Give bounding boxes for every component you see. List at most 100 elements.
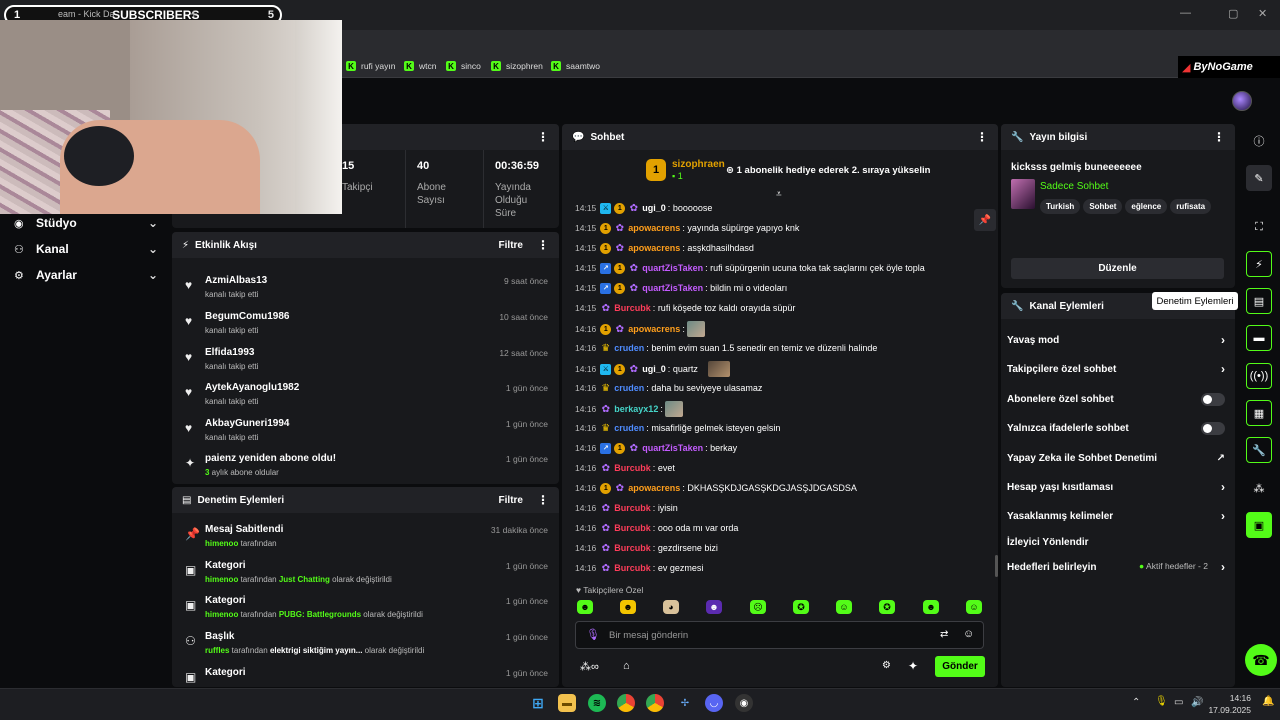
more-options-icon[interactable]: ⋮ xyxy=(537,493,549,507)
chat-message: 14:16 ✿ Burcubk: iyisin xyxy=(575,502,678,514)
category-icon: ▣ xyxy=(185,598,197,612)
emote-only-item[interactable]: Yalnızca ifadelerle sohbet xyxy=(1007,421,1229,435)
emote-icon[interactable]: ☻ xyxy=(706,600,722,614)
nav-item-settings[interactable]: ⚙ Ayarlar ⌄ xyxy=(14,268,160,282)
chat-message: 14:15 ↗ 1 ✿ quartZisTaken: rufi süpürgenin u… xyxy=(575,262,925,274)
maximize-icon[interactable]: ▢ xyxy=(1228,7,1238,20)
heart-icon: ♥ xyxy=(185,385,193,399)
emote-only-toggle[interactable] xyxy=(1201,421,1225,435)
chat-input-box[interactable]: 🎙 Bir mesaj gönderin ⇄ ☺ xyxy=(575,621,984,649)
edit-icon[interactable]: ✎ xyxy=(1246,165,1272,191)
layout-icon[interactable]: ▦ xyxy=(1246,400,1272,426)
chat-input[interactable]: Bir mesaj gönderin xyxy=(609,630,688,641)
subscribers-only-item[interactable]: Abonelere özel sohbet xyxy=(1007,392,1229,406)
emote-icon[interactable]: ☻ xyxy=(577,600,593,614)
emote-icon[interactable]: ✪ xyxy=(879,600,895,614)
channel-icon: ⚇ xyxy=(14,243,24,256)
subscriber-badge-icon: 1 xyxy=(614,282,626,294)
avatar[interactable] xyxy=(1232,91,1252,111)
minimize-icon[interactable]: — xyxy=(1180,7,1191,19)
store-icon[interactable]: ⌂ xyxy=(623,660,630,672)
bookmark-wtcn[interactable]: Kwtcn xyxy=(404,61,436,71)
slow-mode-item[interactable]: Yavaş mod › xyxy=(1007,333,1229,347)
game-icon[interactable]: ▣ xyxy=(1246,512,1272,538)
emote-icon[interactable]: ☻ xyxy=(923,600,939,614)
tag[interactable]: Sohbet xyxy=(1083,199,1123,214)
emote-icon[interactable]: ☹ xyxy=(750,600,766,614)
lightning-icon[interactable]: ⚡ xyxy=(1246,251,1272,277)
chat-header: 💬 Sohbet ⋮ xyxy=(562,124,998,150)
kick-points-icon[interactable]: ⁂∞ xyxy=(580,660,599,673)
goals-item[interactable]: Hedefleri belirleyin ● Aktif hedefler - … xyxy=(1007,560,1229,574)
emote-icon[interactable]: ✪ xyxy=(793,600,809,614)
tag-list: Turkish Sohbet eğlence rufisata xyxy=(1040,196,1214,214)
send-button[interactable]: Gönder xyxy=(935,656,985,677)
fullscreen-icon[interactable]: ⛶ xyxy=(1246,214,1272,240)
mod-log-icon[interactable]: ▤ xyxy=(1246,288,1272,314)
followers-only-item[interactable]: Takipçilere özel sohbet › xyxy=(1007,362,1229,376)
more-options-icon[interactable]: ⋮ xyxy=(1213,130,1225,144)
bookmark-saamtwo[interactable]: Ksaamtwo xyxy=(551,61,600,71)
support-icon[interactable]: ☎ xyxy=(1245,644,1277,676)
emote-icon[interactable]: ☻ xyxy=(620,600,636,614)
obs-icon[interactable]: ◉ xyxy=(735,694,753,712)
emote-icon[interactable]: ☺ xyxy=(966,600,982,614)
category-name[interactable]: Sadece Sohbet xyxy=(1040,181,1108,192)
account-age-item[interactable]: Hesap yaşı kısıtlaması › xyxy=(1007,480,1229,494)
emote-icon xyxy=(707,361,730,377)
new-tab-button[interactable]: + xyxy=(190,6,198,21)
bookmark-sinco[interactable]: Ksinco xyxy=(446,61,481,71)
clock-date[interactable]: 17.09.2025 xyxy=(1203,705,1251,715)
emote-icon[interactable]: ◕ xyxy=(663,600,679,614)
file-explorer-icon[interactable]: ▬ xyxy=(558,694,576,712)
category-icon: ▣ xyxy=(185,563,197,577)
emoji-icon[interactable]: ☺ xyxy=(963,628,974,640)
chat-scrollbar[interactable] xyxy=(995,555,998,577)
tag[interactable]: rufisata xyxy=(1170,199,1212,214)
volume-icon[interactable]: 🔊 xyxy=(1191,697,1203,708)
bookmark-rufi[interactable]: Krufi yayın xyxy=(346,61,396,71)
microphone-icon[interactable]: 🎙 xyxy=(1155,696,1168,707)
more-options-icon[interactable]: ⋮ xyxy=(976,130,988,144)
broadcast-icon[interactable]: ((•)) xyxy=(1246,363,1272,389)
raid-item[interactable]: İzleyici Yönlendir xyxy=(1007,535,1229,549)
subscribers-only-toggle[interactable] xyxy=(1201,392,1225,406)
tag[interactable]: eğlence xyxy=(1125,199,1168,214)
wrench-icon[interactable]: 🔧 xyxy=(1246,437,1272,463)
nav-item-channel[interactable]: ⚇ Kanal ⌄ xyxy=(14,242,160,256)
clock-time[interactable]: 14:16 xyxy=(1203,693,1251,703)
chevron-up-icon[interactable]: ⌃ xyxy=(1132,697,1140,708)
collapse-icon[interactable]: ⩡ xyxy=(776,189,782,200)
info-icon[interactable]: ⓘ xyxy=(1246,128,1272,154)
wrench-icon: 🔧 xyxy=(1011,300,1024,312)
edit-button[interactable]: Düzenle xyxy=(1011,258,1224,279)
mod-filter-button[interactable]: Filtre xyxy=(499,495,523,506)
notification-icon[interactable]: 🔔 xyxy=(1262,696,1274,707)
activity-filter-button[interactable]: Filtre xyxy=(499,240,523,251)
more-options-icon[interactable]: ⋮ xyxy=(537,238,549,252)
pin-chat-button[interactable]: 📌 xyxy=(974,209,996,231)
display-icon[interactable]: ▭ xyxy=(1174,697,1183,708)
gear-icon[interactable]: ⚙ xyxy=(882,660,891,671)
bot-icon[interactable]: ✦ xyxy=(908,659,918,673)
emote-icon[interactable]: ☺ xyxy=(836,600,852,614)
spotify-icon[interactable]: ≋ xyxy=(588,694,606,712)
microphone-icon[interactable]: 🎙 xyxy=(586,628,600,641)
chrome-icon[interactable] xyxy=(646,694,664,712)
chrome-icon[interactable] xyxy=(617,694,635,712)
nav-item-studio[interactable]: ◉ Stüdyo ⌄ xyxy=(14,216,160,230)
tag[interactable]: Turkish xyxy=(1040,199,1081,214)
translate-icon[interactable]: ⇄ xyxy=(940,629,948,640)
network-app-icon[interactable]: ✢ xyxy=(676,694,694,712)
bookmark-sizophren[interactable]: Ksizophren xyxy=(491,61,543,71)
ai-moderation-item[interactable]: Yapay Zeka ile Sohbet Denetimi ↗ xyxy=(1007,451,1229,465)
kick-points-icon[interactable]: ⁂ xyxy=(1246,475,1272,501)
chat-icon[interactable]: ▬ xyxy=(1246,325,1272,351)
tab-title[interactable]: eam - Kick Da xyxy=(58,9,115,19)
close-icon[interactable]: ✕ xyxy=(1258,7,1267,20)
discord-icon[interactable]: ◡ xyxy=(705,694,723,712)
more-options-icon[interactable]: ⋮ xyxy=(537,130,549,144)
banned-words-item[interactable]: Yasaklanmış kelimeler › xyxy=(1007,509,1229,523)
windows-start-icon[interactable]: ⊞ xyxy=(529,694,547,712)
list-item: ♥ BegumComu1986 kanalı takip etti 10 saa… xyxy=(185,311,548,335)
